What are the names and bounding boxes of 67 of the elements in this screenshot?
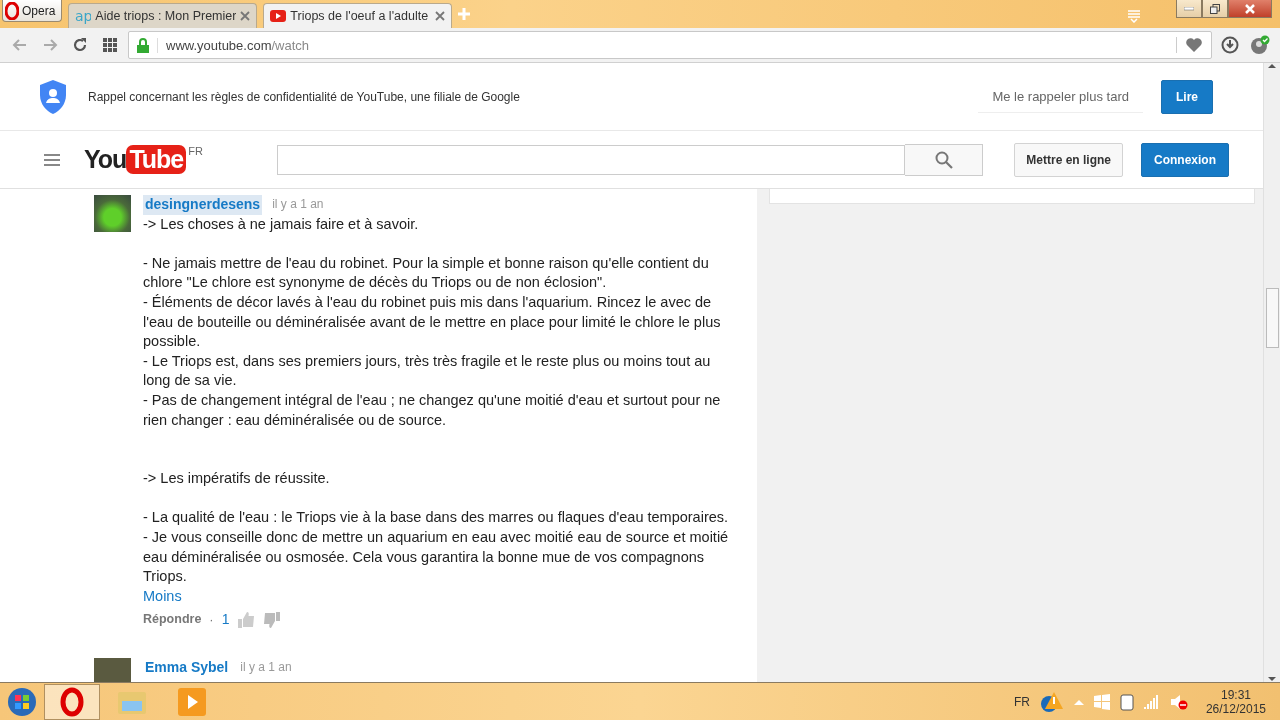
plus-icon	[457, 7, 472, 21]
comment-line: - Le Triops est, dans ses premiers jours, très très fragile et le reste plus ou moins tout au long de sa vie.	[143, 351, 712, 391]
account-check-icon	[1250, 35, 1270, 55]
comment-heading: -> Les choses à ne jamais faire et à savoir.	[143, 214, 420, 234]
account-button[interactable]	[1248, 33, 1272, 57]
language-indicator[interactable]: FR	[1013, 694, 1030, 709]
signal-bars-icon	[1143, 694, 1160, 709]
comment-line: - La qualité de l'eau : le Triops vie à la base dans des marres ou flaques d'eau temporaires.	[143, 508, 730, 528]
read-button[interactable]: Lire	[1161, 79, 1213, 114]
comment-author-link[interactable]: Emma Sybel	[143, 657, 231, 678]
arrow-right-icon	[42, 37, 58, 53]
arrow-left-icon	[12, 37, 28, 53]
comment-line: - Ne jamais mettre de l'eau du robinet. Pour la simple et bonne raison qu'elle contient du chlore "Le chlore est synonyme de décès du Triops ou de non éclosion".	[143, 253, 710, 293]
address-field[interactable]: www.youtube.com/watch	[128, 31, 1212, 59]
shield-person-icon	[38, 78, 68, 115]
video-play-icon	[270, 8, 287, 24]
comment-author-link[interactable]: desingnerdesens	[143, 195, 263, 215]
comment-line: - Je vous conseille donc de mettre un aquarium en eau avec moitié eau de source et moitié eau déminéralisée ou osmosée. Cela vous garantira la bonne mue de vos compagnons Triops.	[143, 527, 730, 587]
restore-icon	[1210, 3, 1220, 14]
download-icon	[1221, 36, 1239, 54]
ring-logo-icon	[60, 686, 84, 717]
close-icon	[435, 11, 446, 21]
scrollbar-thumb[interactable]	[1265, 288, 1279, 348]
play-icon	[178, 687, 206, 716]
stack-icon	[1127, 9, 1141, 23]
search-icon	[934, 150, 953, 169]
thumbs-down-icon	[263, 611, 282, 630]
comment-time: il y a 1 an	[272, 196, 324, 213]
sign-in-button[interactable]: Connexion	[1141, 142, 1229, 177]
clock[interactable]: 19:31 26/12/2015	[1205, 687, 1266, 716]
comment-time: il y a 1 an	[240, 658, 292, 676]
separator-dot: ·	[209, 611, 214, 630]
browser-tab[interactable]: Triops de l'oeuf a l'adulte	[263, 3, 453, 28]
avatar-picture	[94, 195, 131, 232]
grid-icon	[103, 38, 117, 52]
close-icon	[240, 11, 251, 21]
comment-line: - Éléments de décor lavés à l'eau du robinet puis mis dans l'aquarium. Rincez le avec de l'eau de bouteille ou déminéralisée avant de le mettre en place pour limité le chlore le plus possible.	[143, 292, 722, 352]
restore-button[interactable]	[1202, 0, 1228, 18]
letters-logo-icon: ap	[75, 8, 92, 24]
opera-menu-button[interactable]: Opera	[2, 0, 63, 22]
windows-orb-icon	[7, 686, 37, 717]
browser-tab[interactable]: ap Aide triops : Mon Premier	[68, 3, 258, 28]
windows-logo-icon	[1093, 693, 1110, 710]
upload-button[interactable]: Mettre en ligne	[1014, 142, 1123, 177]
caret-up-icon	[1073, 698, 1084, 705]
minimize-icon	[1184, 6, 1194, 11]
dislike-button[interactable]	[263, 611, 282, 630]
close-button[interactable]	[1228, 0, 1272, 18]
comment-heading: -> Les impératifs de réussite.	[143, 469, 331, 489]
close-icon	[1245, 3, 1255, 14]
taskbar-app[interactable]	[44, 683, 100, 720]
thumbs-up-icon	[237, 611, 256, 630]
lock-icon	[137, 37, 149, 53]
search-field[interactable]	[277, 144, 905, 175]
like-count: 1	[221, 610, 230, 630]
privacy-notice-text: Rappel concernant les règles de confidentialité de YouTube, une filiale de Google	[88, 89, 521, 104]
reply-link[interactable]: Répondre	[143, 610, 202, 630]
comment-line: - Pas de changement intégral de l'eau ; ne changez qu'une moitié d'eau et surtout pour ne rien changer : eau déminéralisée ou de source.	[143, 390, 722, 430]
search-button[interactable]	[905, 143, 983, 176]
muted-speaker-icon	[1169, 693, 1188, 710]
ring-logo-icon	[5, 1, 19, 20]
reload-icon	[72, 37, 88, 53]
menu-icon	[44, 153, 60, 166]
scrollbar[interactable]	[1263, 63, 1280, 682]
warning-icon	[1039, 690, 1064, 713]
heart-icon	[1185, 37, 1203, 53]
show-less-link[interactable]: Moins	[143, 587, 182, 604]
